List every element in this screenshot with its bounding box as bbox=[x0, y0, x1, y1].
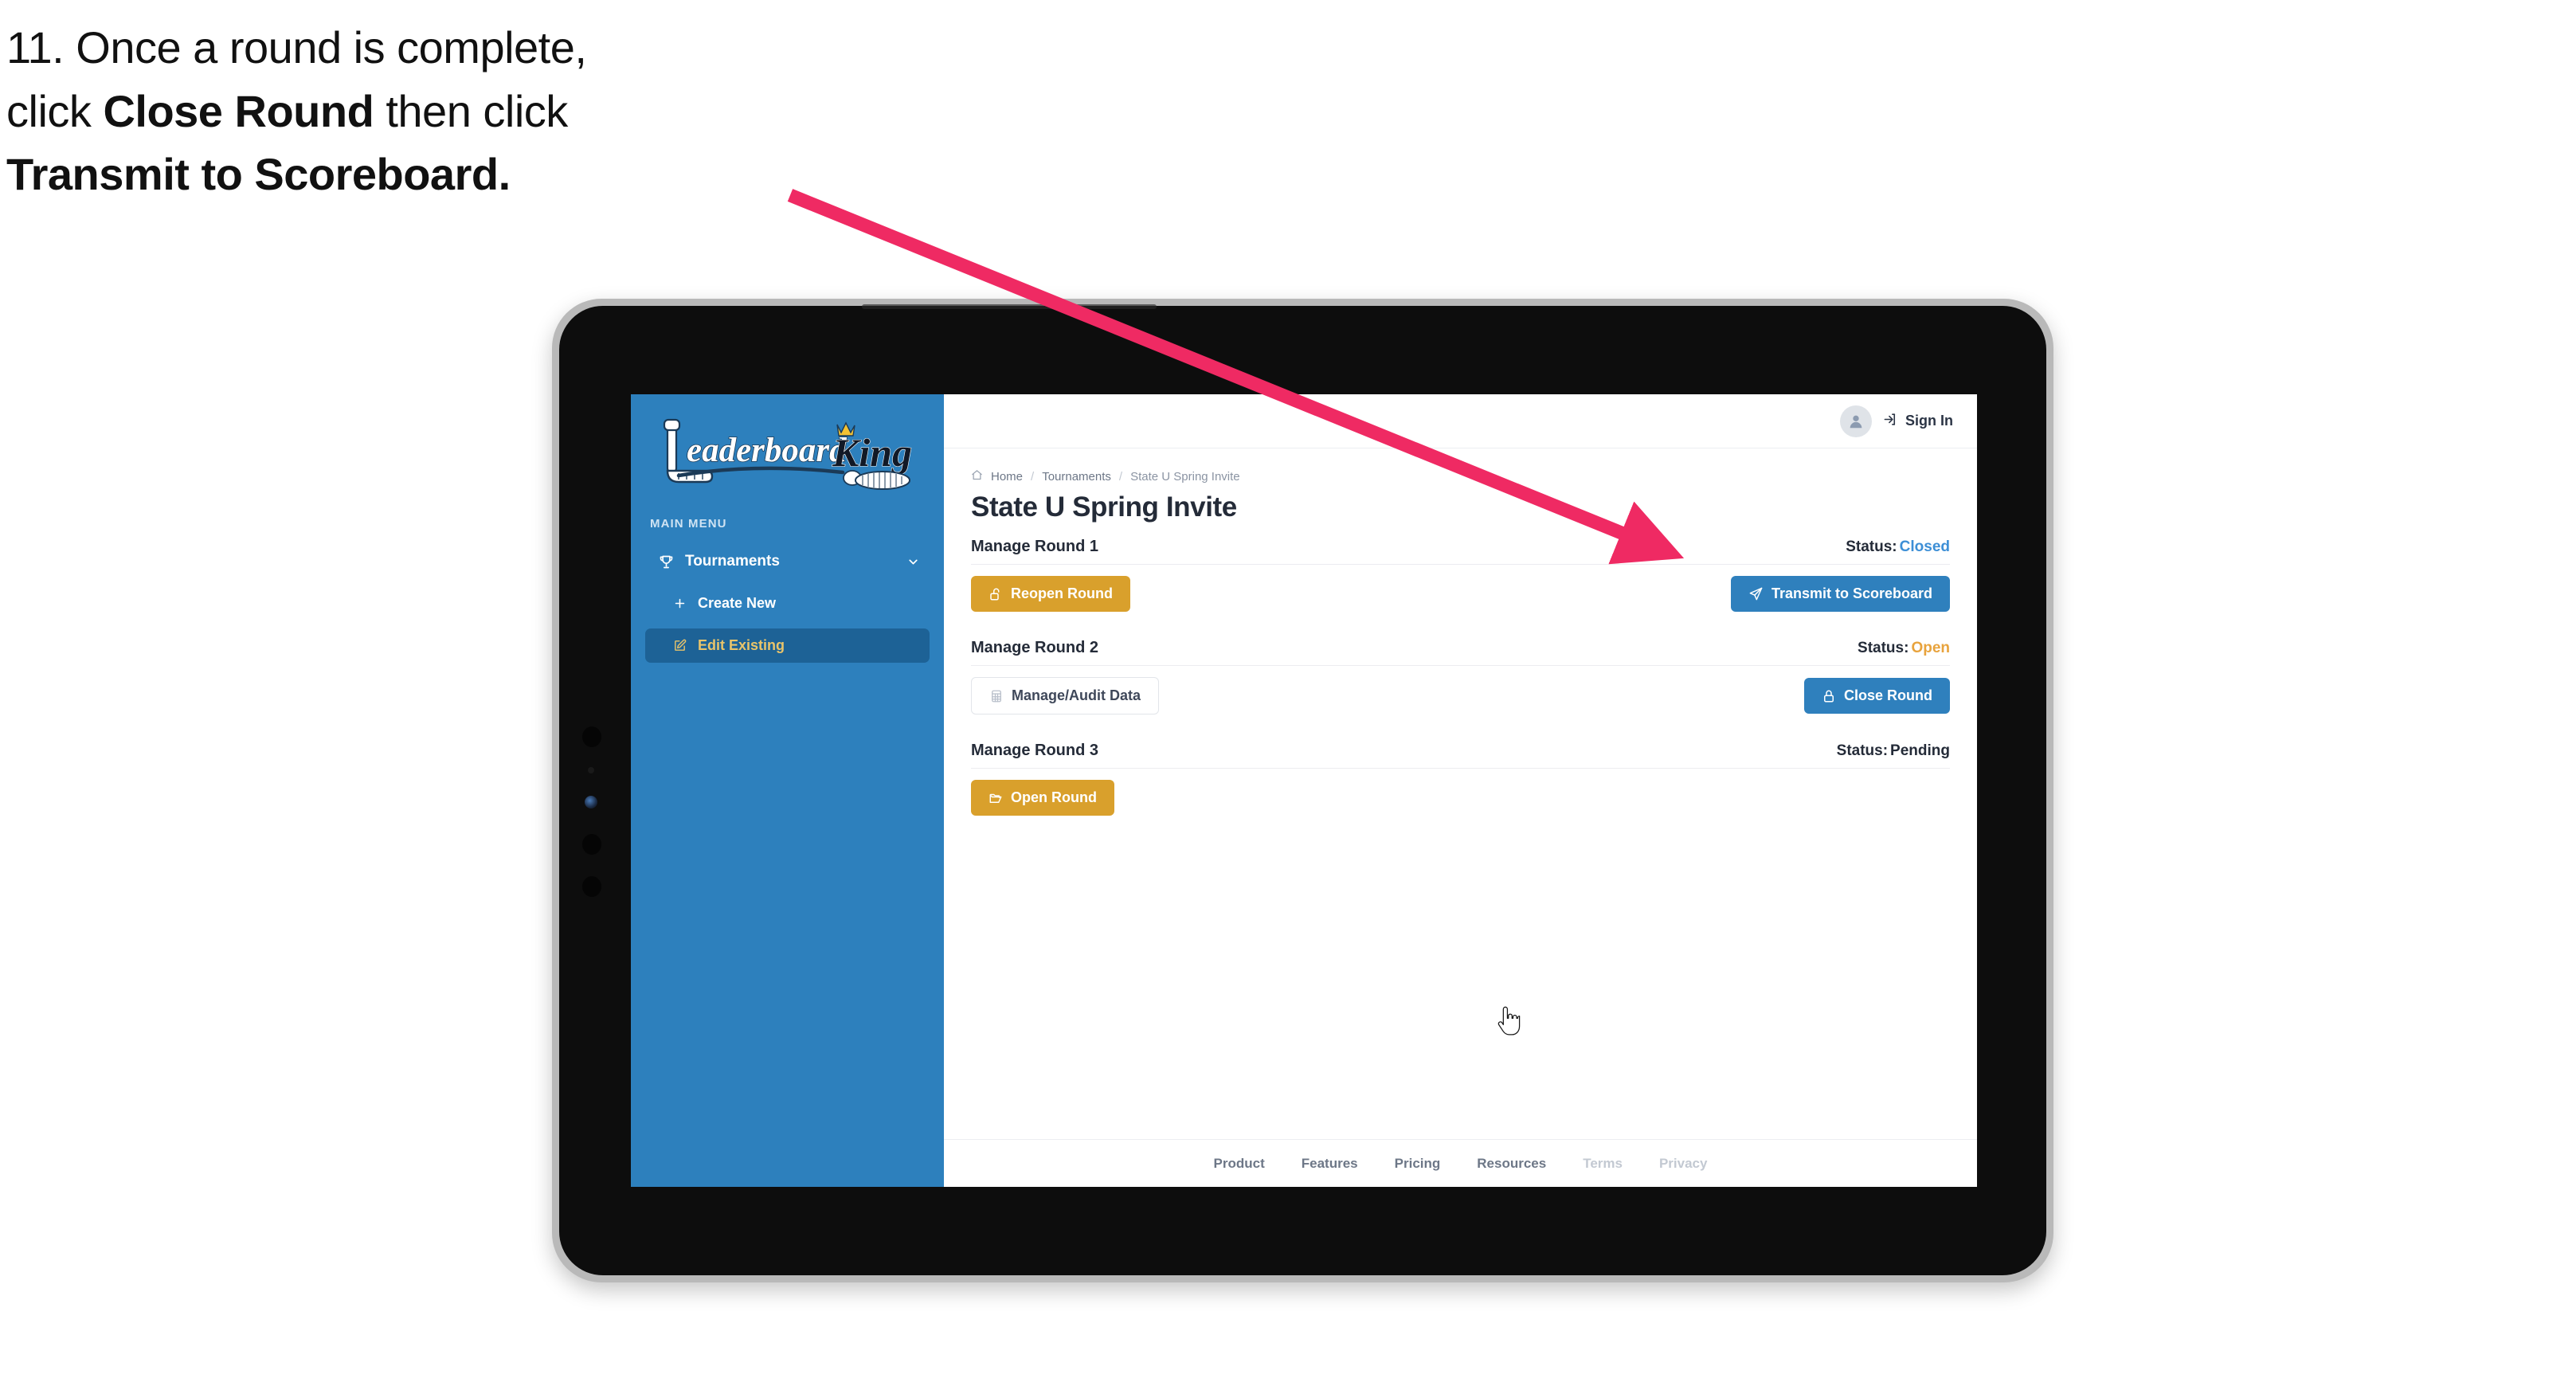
instruction-caption: 11. Once a round is complete, click Clos… bbox=[6, 16, 898, 206]
tablet-camera-icon bbox=[585, 796, 597, 808]
status-value: Open bbox=[1911, 640, 1950, 656]
sign-in-button[interactable]: Sign In bbox=[1883, 412, 1953, 431]
sidebar-item-tournaments[interactable]: Tournaments bbox=[645, 545, 930, 578]
round-block: Manage Round 3 Status: Pending Open Roun… bbox=[971, 742, 1950, 816]
breadcrumb-item-home[interactable]: Home bbox=[991, 470, 1023, 484]
page-title: State U Spring Invite bbox=[971, 491, 1237, 523]
close-round-button[interactable]: Close Round bbox=[1804, 678, 1950, 714]
breadcrumb-item-current: State U Spring Invite bbox=[1130, 470, 1240, 484]
open-round-button[interactable]: Open Round bbox=[971, 780, 1114, 816]
round-actions: Manage/Audit Data Close Round bbox=[971, 677, 1950, 715]
status-label: Status: bbox=[1836, 742, 1889, 759]
status-label: Status: bbox=[1846, 538, 1897, 555]
user-avatar-icon[interactable] bbox=[1840, 405, 1872, 437]
status-value: Pending bbox=[1890, 742, 1950, 759]
footer-link-privacy[interactable]: Privacy bbox=[1659, 1156, 1708, 1172]
transmit-to-scoreboard-label: Transmit to Scoreboard bbox=[1771, 585, 1932, 601]
round-header: Manage Round 2 Status: Open bbox=[971, 639, 1950, 666]
footer-link-features[interactable]: Features bbox=[1302, 1156, 1358, 1172]
status-badge: Status: Pending bbox=[1837, 742, 1950, 760]
reopen-round-label: Reopen Round bbox=[1011, 585, 1113, 601]
plus-icon bbox=[669, 597, 690, 610]
caption-line-2-post: then click bbox=[374, 85, 568, 136]
transmit-to-scoreboard-button[interactable]: Transmit to Scoreboard bbox=[1730, 576, 1950, 612]
caption-line-2-pre: click bbox=[6, 85, 104, 136]
sign-in-label: Sign In bbox=[1905, 413, 1953, 429]
caption-transmit-emphasis: Transmit to Scoreboard. bbox=[6, 149, 511, 200]
round-title: Manage Round 3 bbox=[971, 742, 1099, 759]
round-block: Manage Round 1 Status: Closed Reopen Rou… bbox=[971, 538, 1950, 612]
tablet-sensor-dot bbox=[582, 726, 601, 747]
footer-link-product[interactable]: Product bbox=[1214, 1156, 1265, 1172]
round-actions: Reopen Round Transmit to Scoreboard bbox=[971, 576, 1950, 612]
sidebar-section-label: MAIN MENU bbox=[650, 517, 727, 531]
leaderboard-king-logo[interactable]: eaderboard King bbox=[644, 417, 930, 503]
close-round-label: Close Round bbox=[1844, 687, 1932, 703]
round-title: Manage Round 2 bbox=[971, 639, 1099, 656]
round-title: Manage Round 1 bbox=[971, 538, 1099, 555]
footer-link-terms[interactable]: Terms bbox=[1583, 1156, 1623, 1172]
trophy-icon bbox=[655, 554, 677, 570]
top-bar: Sign In bbox=[944, 394, 1977, 448]
open-round-label: Open Round bbox=[1011, 789, 1097, 805]
sidebar: eaderboard King MAIN MENU Tournaments Cr… bbox=[631, 394, 944, 1187]
svg-text:eaderboard: eaderboard bbox=[687, 432, 848, 469]
status-badge: Status: Closed bbox=[1846, 538, 1950, 556]
sidebar-item-edit-existing[interactable]: Edit Existing bbox=[645, 628, 930, 663]
unlock-icon bbox=[989, 587, 1003, 601]
tablet-sensor-dot bbox=[582, 834, 601, 855]
status-label: Status: bbox=[1858, 640, 1909, 656]
caption-close-round-emphasis: Close Round bbox=[103, 85, 374, 136]
breadcrumb: Home / Tournaments / State U Spring Invi… bbox=[971, 469, 1950, 484]
main-panel: Sign In Home / Tournaments / State U Spr… bbox=[944, 394, 1977, 1187]
tablet-sensor-dot bbox=[582, 876, 601, 897]
status-badge: Status: Open bbox=[1858, 640, 1950, 657]
breadcrumb-item-tournaments[interactable]: Tournaments bbox=[1042, 470, 1111, 484]
table-grid-icon bbox=[989, 689, 1004, 703]
sidebar-item-edit-existing-label: Edit Existing bbox=[698, 637, 785, 653]
round-actions: Open Round bbox=[971, 780, 1950, 816]
edit-square-icon bbox=[669, 639, 690, 652]
manage-audit-data-button[interactable]: Manage/Audit Data bbox=[971, 677, 1160, 715]
content-area: Home / Tournaments / State U Spring Invi… bbox=[944, 448, 1977, 1139]
breadcrumb-separator: / bbox=[1031, 470, 1035, 484]
home-icon[interactable] bbox=[971, 469, 983, 484]
footer-link-pricing[interactable]: Pricing bbox=[1395, 1156, 1441, 1172]
tablet-sensor-dot bbox=[588, 767, 594, 773]
reopen-round-button[interactable]: Reopen Round bbox=[971, 576, 1130, 612]
tablet-speaker-grill bbox=[862, 304, 1157, 309]
manage-audit-data-label: Manage/Audit Data bbox=[1012, 687, 1141, 703]
footer: Product Features Pricing Resources Terms… bbox=[944, 1139, 1977, 1187]
sidebar-item-tournaments-label: Tournaments bbox=[685, 553, 780, 570]
sign-in-icon bbox=[1883, 412, 1898, 431]
sidebar-item-create-new-label: Create New bbox=[698, 595, 777, 611]
status-value: Closed bbox=[1899, 538, 1950, 555]
lock-icon bbox=[1822, 689, 1836, 703]
breadcrumb-separator: / bbox=[1118, 470, 1123, 484]
caption-step-number: 11. bbox=[6, 22, 65, 72]
app-screen: eaderboard King MAIN MENU Tournaments Cr… bbox=[631, 394, 1977, 1187]
sidebar-item-create-new[interactable]: Create New bbox=[645, 586, 930, 621]
paper-plane-icon bbox=[1748, 586, 1764, 601]
round-header: Manage Round 1 Status: Closed bbox=[971, 538, 1950, 565]
round-block: Manage Round 2 Status: Open Manage/Audit… bbox=[971, 639, 1950, 715]
round-header: Manage Round 3 Status: Pending bbox=[971, 742, 1950, 769]
chevron-down-icon[interactable] bbox=[906, 555, 920, 569]
footer-link-resources[interactable]: Resources bbox=[1477, 1156, 1546, 1172]
folder-open-icon bbox=[989, 791, 1003, 805]
caption-line-1: Once a round is complete, bbox=[76, 22, 587, 72]
svg-text:King: King bbox=[832, 430, 912, 475]
